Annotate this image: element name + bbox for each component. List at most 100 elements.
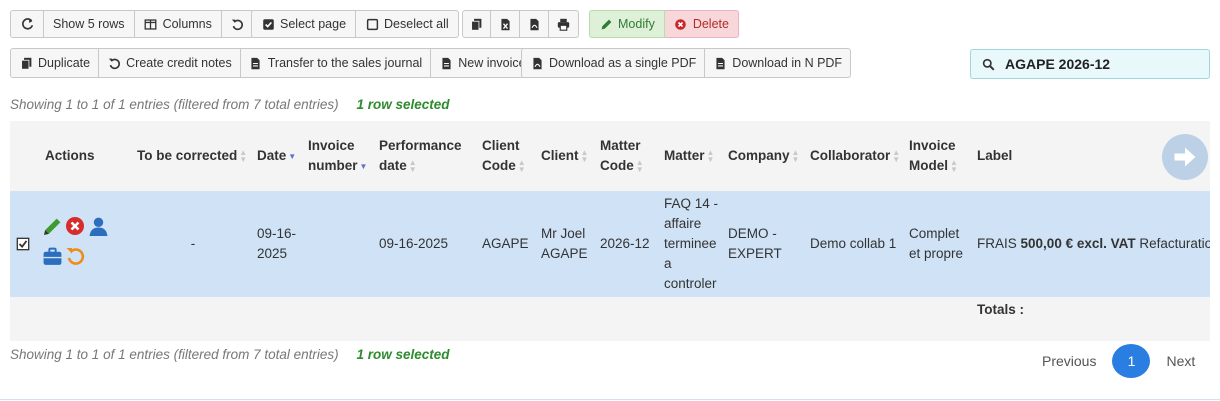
cell-label: FRAIS 500,00 € excl. VAT Refacturation xyxy=(973,191,1210,297)
previous-page-button[interactable]: Previous xyxy=(1030,353,1108,369)
col-label[interactable]: Label xyxy=(973,121,1210,191)
create-credit-notes-button[interactable]: Create credit notes xyxy=(99,48,241,78)
toolbar-group-edit: Modify Delete xyxy=(589,10,739,38)
undo-icon xyxy=(107,56,121,70)
file-text-icon xyxy=(713,56,727,70)
label-prefix: FRAIS xyxy=(977,236,1017,251)
totals-label-cell: Totals : xyxy=(973,297,1210,341)
copy-icon xyxy=(470,17,483,31)
transfer-label: Transfer to the sales journal xyxy=(267,56,423,70)
cell-matter: FAQ 14 - affaire terminee a controler xyxy=(660,191,724,297)
sort-icon: ▲ ▼ xyxy=(580,148,589,165)
select-page-button[interactable]: Select page xyxy=(251,10,357,38)
cell-client-code: AGAPE xyxy=(478,191,537,297)
col-label-label: Label xyxy=(977,148,1013,163)
pdf-file-icon xyxy=(527,17,541,31)
toolbar-group-select: Select page Deselect all xyxy=(251,10,459,38)
col-client[interactable]: Client ▲ ▼ xyxy=(537,121,596,191)
excel-file-icon xyxy=(498,17,512,31)
edit-row-button[interactable] xyxy=(42,216,64,243)
sort-icon: ▲ ▼ xyxy=(517,158,526,175)
cell-date: 09-16-2025 xyxy=(253,191,304,297)
col-company[interactable]: Company ▲ ▼ xyxy=(724,121,806,191)
col-matter-code[interactable]: Matter Code ▲ ▼ xyxy=(596,121,660,191)
matter-button[interactable] xyxy=(42,246,64,273)
search-input[interactable] xyxy=(1003,55,1193,73)
duplicate-button[interactable]: Duplicate xyxy=(10,48,100,78)
pagination: Previous 1 Next xyxy=(1030,344,1207,378)
sort-icon: ▲ ▼ xyxy=(950,158,958,175)
print-icon xyxy=(556,17,570,31)
empty-box-icon xyxy=(365,17,379,31)
checked-box-icon xyxy=(16,237,30,251)
col-date[interactable]: Date ▼ xyxy=(253,121,304,191)
cell-collaborator: Demo collab 1 xyxy=(806,191,905,297)
table-row[interactable]: - 09-16-2025 09-16-2025 AGAPE Mr Joel AG… xyxy=(10,191,1210,297)
divider xyxy=(0,399,1220,400)
col-collaborator[interactable]: Collaborator ▲ ▼ xyxy=(806,121,905,191)
download-n-pdf-button[interactable]: Download in N PDF xyxy=(705,48,852,78)
cell-to-be-corrected: - xyxy=(133,191,253,297)
print-button[interactable] xyxy=(549,10,579,38)
undo-icon xyxy=(66,247,85,265)
deselect-all-button[interactable]: Deselect all xyxy=(356,10,459,38)
col-performance-date[interactable]: Performance date ▲ ▼ xyxy=(375,121,478,191)
reset-button[interactable] xyxy=(221,10,255,38)
cell-invoice-model: Complet et propre xyxy=(905,191,973,297)
cell-invoice-number xyxy=(304,191,375,297)
briefcase-icon xyxy=(43,247,62,265)
table-header-row: Actions To be corrected ▲ ▼ Date ▼ Invoice … xyxy=(10,121,1210,191)
col-client-code[interactable]: Client Code ▲ ▼ xyxy=(478,121,537,191)
col-client-label: Client xyxy=(541,148,579,163)
toolbar-group-export xyxy=(462,10,579,38)
selection-info: 1 row selected xyxy=(356,347,450,362)
sort-desc-icon: ▼ xyxy=(288,151,297,161)
col-matter-code-label: Matter Code xyxy=(600,138,641,173)
arrow-right-icon xyxy=(1174,147,1196,167)
col-invoice-number[interactable]: Invoice number ▼ xyxy=(304,121,375,191)
col-to-be-corrected-label: To be corrected xyxy=(137,148,238,163)
undo-icon xyxy=(231,17,245,31)
delete-button[interactable]: Delete xyxy=(664,10,739,38)
delete-row-button[interactable] xyxy=(65,216,87,243)
file-text-icon xyxy=(439,56,453,70)
col-invoice-model[interactable]: Invoice Model ▲ ▼ xyxy=(905,121,973,191)
search-box xyxy=(970,49,1210,79)
download-single-pdf-button[interactable]: Download as a single PDF xyxy=(521,48,706,78)
single-pdf-label: Download as a single PDF xyxy=(549,56,697,70)
cell-client: Mr Joel AGAPE xyxy=(537,191,596,297)
col-date-label: Date xyxy=(257,148,287,163)
delete-label: Delete xyxy=(692,17,729,31)
credit-note-row-button[interactable] xyxy=(65,246,87,273)
toolbar-group-download: Download as a single PDF Download in N P… xyxy=(521,48,852,78)
n-pdf-label: Download in N PDF xyxy=(732,56,843,70)
show-rows-button[interactable]: Show 5 rows xyxy=(44,10,135,38)
transfer-sales-journal-button[interactable]: Transfer to the sales journal xyxy=(240,48,432,78)
invoices-table: Actions To be corrected ▲ ▼ Date ▼ Invoice … xyxy=(10,121,1210,341)
client-profile-button[interactable] xyxy=(88,216,112,243)
modify-button[interactable]: Modify xyxy=(589,10,665,38)
row-checkbox[interactable] xyxy=(16,237,30,251)
excel-button[interactable] xyxy=(491,10,520,38)
new-invoice-button[interactable]: New invoice xyxy=(431,48,535,78)
duplicate-icon xyxy=(19,56,33,70)
col-matter[interactable]: Matter ▲ ▼ xyxy=(660,121,724,191)
current-page-button[interactable]: 1 xyxy=(1112,344,1151,378)
pdf-button[interactable] xyxy=(520,10,549,38)
copy-button[interactable] xyxy=(462,10,491,38)
col-actions: Actions xyxy=(10,121,133,191)
label-suffix: Refacturation xyxy=(1139,236,1210,251)
table-info-bottom: Showing 1 to 1 of 1 entries (filtered fr… xyxy=(10,347,449,362)
col-company-label: Company xyxy=(728,148,790,163)
checked-box-icon xyxy=(261,17,275,31)
col-collaborator-label: Collaborator xyxy=(810,148,891,163)
sort-icon: ▲ ▼ xyxy=(239,148,248,165)
search-icon xyxy=(981,57,995,71)
col-to-be-corrected[interactable]: To be corrected ▲ ▼ xyxy=(133,121,253,191)
cell-company: DEMO - EXPERT xyxy=(724,191,806,297)
scroll-right-button[interactable] xyxy=(1162,134,1208,180)
next-page-button[interactable]: Next xyxy=(1154,353,1207,369)
columns-button[interactable]: Columns xyxy=(134,10,222,38)
col-actions-label: Actions xyxy=(45,148,95,163)
refresh-button[interactable] xyxy=(10,10,44,38)
